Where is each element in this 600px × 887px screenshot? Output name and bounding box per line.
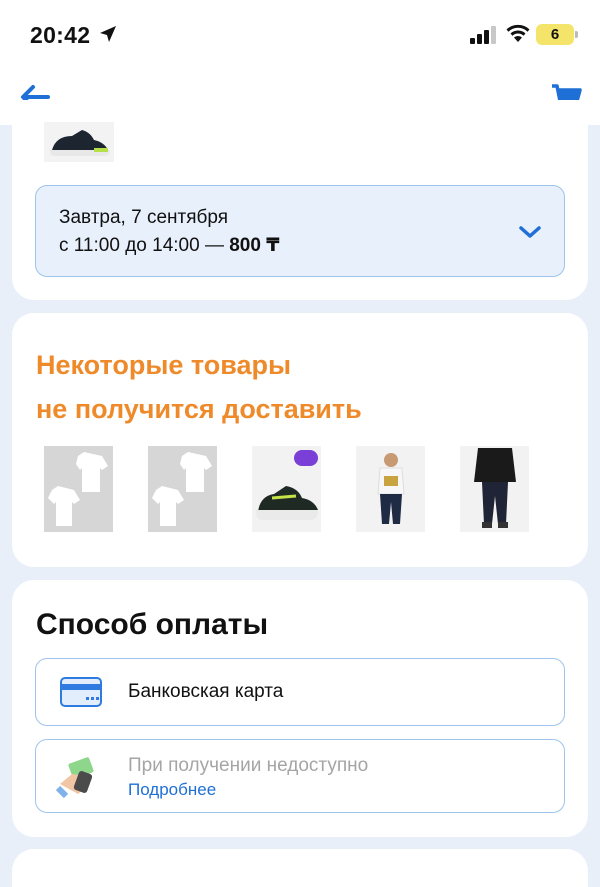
more-info-link[interactable]: Подробнее [128, 780, 216, 800]
product-thumbnail-outfit-dark[interactable] [460, 446, 529, 532]
unavailable-title-line2: не получится доставить [36, 394, 362, 424]
slot-date: Завтра, 7 сентября [59, 207, 229, 228]
product-thumbnail-tshirts[interactable] [148, 446, 217, 532]
payment-option-on-delivery[interactable]: При получении недоступно Подробнее [35, 739, 565, 813]
payment-title: Способ оплаты [36, 608, 269, 641]
cash-payment-icon [56, 757, 94, 799]
battery-indicator: 6 [536, 24, 578, 45]
delivery-slot-selector[interactable]: Завтра, 7 сентября с 11:00 до 14:00 — 80… [35, 185, 565, 277]
payment-option-bank-card[interactable]: Банковская карта [35, 658, 565, 726]
delivery-card: Завтра, 7 сентября с 11:00 до 14:00 — 80… [12, 100, 588, 300]
wifi-icon [506, 24, 530, 42]
status-time: 20:42 [30, 22, 91, 48]
slot-time-range: с 11:00 до 14:00 — [59, 235, 230, 256]
signal-icon [470, 26, 496, 44]
product-thumbnail-tshirts[interactable] [44, 446, 113, 532]
unavailable-title: Некоторые товары не получится доставить [36, 343, 362, 431]
slot-time: с 11:00 до 14:00 — 800 ₸ [59, 234, 279, 257]
product-thumbnail-sneakers[interactable] [252, 446, 321, 532]
chevron-down-icon [519, 226, 541, 238]
product-thumbnail-sneaker [44, 122, 114, 162]
unavailable-items-card: Некоторые товары не получится доставить [12, 313, 588, 567]
payment-card: Способ оплаты Банковская карта При получ… [12, 580, 588, 837]
next-section-card [12, 849, 588, 887]
unavailable-title-line1: Некоторые товары [36, 350, 292, 380]
bank-card-label: Банковская карта [128, 681, 284, 702]
product-thumbnail-outfit[interactable] [356, 446, 425, 532]
unavailable-products-row [44, 446, 529, 532]
bank-card-icon [60, 677, 102, 707]
on-delivery-unavailable-label: При получении недоступно [128, 755, 369, 776]
slot-price: 800 ₸ [229, 235, 280, 256]
location-arrow-icon [100, 26, 116, 42]
status-bar: 20:42 6 [0, 0, 600, 70]
